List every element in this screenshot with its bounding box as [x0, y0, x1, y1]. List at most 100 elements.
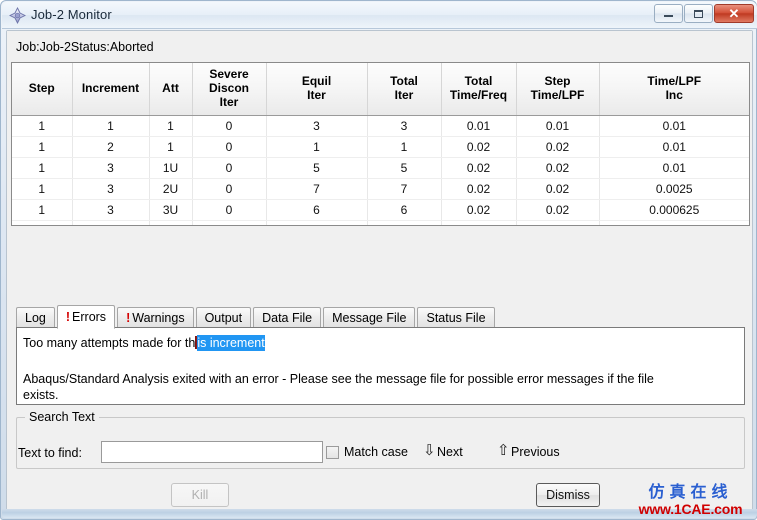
table-cell[interactable]: 6 [266, 220, 368, 225]
table-row[interactable]: 1 3 2U 0 7 7 0.02 0.02 0.0025 [12, 178, 749, 200]
table-cell[interactable]: 2U [149, 178, 193, 200]
table-cell[interactable]: 0.02 [441, 199, 517, 221]
table-cell[interactable]: 1U [149, 157, 193, 179]
table-cell[interactable]: 0.02 [441, 136, 517, 158]
table-cell[interactable]: 4U [149, 220, 193, 225]
table-cell[interactable]: 3 [72, 157, 150, 179]
error-text-panel[interactable]: Too many attempts made for th is incremen… [16, 327, 745, 405]
arrow-up-icon[interactable]: ⇧ [497, 443, 510, 458]
table-cell[interactable]: 3 [72, 178, 150, 200]
table-cell[interactable]: 5 [367, 157, 442, 179]
close-button[interactable]: ✕ [714, 4, 754, 23]
table-cell[interactable]: 2 [72, 136, 150, 158]
table-cell[interactable]: 0.01 [599, 157, 749, 179]
column-header-3[interactable]: Severe Discon Iter [192, 63, 267, 116]
table-row[interactable]: 1 3 1U 0 5 5 0.02 0.02 0.01 [12, 157, 749, 179]
table-cell[interactable]: 0 [192, 136, 267, 158]
table-row[interactable]: 1 3 3U 0 6 6 0.02 0.02 0.000625 [12, 199, 749, 221]
tab-data-file[interactable]: Data File [253, 307, 322, 328]
tab-label: Warnings [132, 311, 185, 325]
table-cell[interactable]: 0.00015625 [599, 220, 749, 225]
table-cell[interactable]: 1 [12, 178, 73, 200]
dismiss-button[interactable]: Dismiss [536, 483, 600, 507]
table-cell[interactable]: 0.02 [441, 220, 517, 225]
table-cell[interactable]: 3U [149, 199, 193, 221]
table-cell[interactable]: 0.000625 [599, 199, 749, 221]
table-cell[interactable]: 0.01 [516, 115, 600, 137]
column-header-2[interactable]: Att [149, 63, 193, 116]
table-cell[interactable]: 0.01 [599, 115, 749, 137]
table-cell[interactable]: 6 [266, 199, 368, 221]
status-value: Aborted [109, 40, 154, 54]
table-cell[interactable]: 1 [72, 115, 150, 137]
minimize-button[interactable] [654, 4, 683, 23]
column-header-5[interactable]: Total Iter [367, 63, 442, 116]
table-cell[interactable]: 0.0025 [599, 178, 749, 200]
search-input[interactable] [101, 441, 323, 463]
column-header-4[interactable]: Equil Iter [266, 63, 368, 116]
kill-button[interactable]: Kill [171, 483, 229, 507]
table-row[interactable]: 1 2 1 0 1 1 0.02 0.02 0.01 [12, 136, 749, 158]
table-cell[interactable]: 0.02 [516, 199, 600, 221]
table-cell[interactable]: 0 [192, 220, 267, 225]
tab-output[interactable]: Output [195, 307, 252, 328]
table-cell[interactable]: 0.02 [516, 178, 600, 200]
table-cell[interactable]: 0 [192, 199, 267, 221]
tab-label: Log [25, 311, 46, 325]
table-cell[interactable]: 7 [367, 178, 442, 200]
column-header-6[interactable]: Total Time/Freq [441, 63, 517, 116]
tab-label: Errors [72, 310, 107, 324]
title-bar: Job-2 Monitor ✕ [2, 2, 757, 29]
table-cell[interactable]: 1 [12, 220, 73, 225]
tab-log[interactable]: Log [16, 307, 55, 328]
table-cell[interactable]: 0.01 [441, 115, 517, 137]
tab-label: Message File [332, 311, 407, 325]
close-icon: ✕ [728, 5, 740, 21]
table-cell[interactable]: 3 [367, 115, 442, 137]
table-cell[interactable]: 1 [266, 136, 368, 158]
table-cell[interactable]: 7 [266, 178, 368, 200]
table-cell[interactable]: 0.02 [516, 220, 600, 225]
column-header-7[interactable]: Step Time/LPF [516, 63, 600, 116]
table-cell[interactable]: 1 [12, 136, 73, 158]
table-cell[interactable]: 1 [12, 115, 73, 137]
table-cell[interactable]: 1 [149, 115, 193, 137]
column-header-line: Total [390, 74, 418, 89]
tab-errors[interactable]: ! Errors [56, 305, 116, 329]
table-row[interactable]: 134U0660.020.020.00015625 [12, 220, 749, 225]
table-cell[interactable]: 0 [192, 115, 267, 137]
table-cell[interactable]: 0.02 [441, 157, 517, 179]
table-cell[interactable]: 0.02 [516, 136, 600, 158]
tab-message-file[interactable]: Message File [323, 307, 416, 328]
table-cell[interactable]: 1 [367, 136, 442, 158]
tab-status-file[interactable]: Status File [417, 307, 495, 328]
table-cell[interactable]: 1 [12, 199, 73, 221]
maximize-button[interactable] [684, 4, 713, 23]
table-cell[interactable]: 3 [266, 115, 368, 137]
table-cell[interactable]: 5 [266, 157, 368, 179]
column-header-line: Att [162, 81, 179, 96]
column-header-0[interactable]: Step [12, 63, 73, 116]
match-case-checkbox[interactable] [326, 446, 339, 459]
table-cell[interactable]: 0 [192, 178, 267, 200]
column-header-1[interactable]: Increment [72, 63, 150, 116]
previous-button[interactable]: Previous [511, 445, 560, 459]
table-cell[interactable]: 1 [149, 136, 193, 158]
table-cell[interactable]: 0 [192, 157, 267, 179]
monitor-table-header-row: Step Increment Att Severe Discon Iter Equil Ite… [12, 63, 749, 116]
next-button[interactable]: Next [437, 445, 463, 459]
table-cell[interactable]: 1 [12, 157, 73, 179]
column-header-8[interactable]: Time/LPF Inc [599, 63, 749, 116]
table-cell[interactable]: 3 [72, 199, 150, 221]
tab-label: Output [204, 311, 243, 325]
table-cell[interactable]: 6 [367, 199, 442, 221]
table-cell[interactable]: 0.02 [516, 157, 600, 179]
table-row[interactable]: 1 1 1 0 3 3 0.01 0.01 0.01 [12, 115, 749, 137]
table-cell[interactable]: 6 [367, 220, 442, 225]
tab-warnings[interactable]: ! Warnings [117, 307, 194, 328]
table-cell[interactable]: 3 [72, 220, 150, 225]
monitor-table-container[interactable]: Step Increment Att Severe Discon Iter Equil Ite… [11, 62, 750, 226]
table-cell[interactable]: 0.01 [599, 136, 749, 158]
arrow-down-icon[interactable]: ⇩ [423, 443, 436, 458]
table-cell[interactable]: 0.02 [441, 178, 517, 200]
